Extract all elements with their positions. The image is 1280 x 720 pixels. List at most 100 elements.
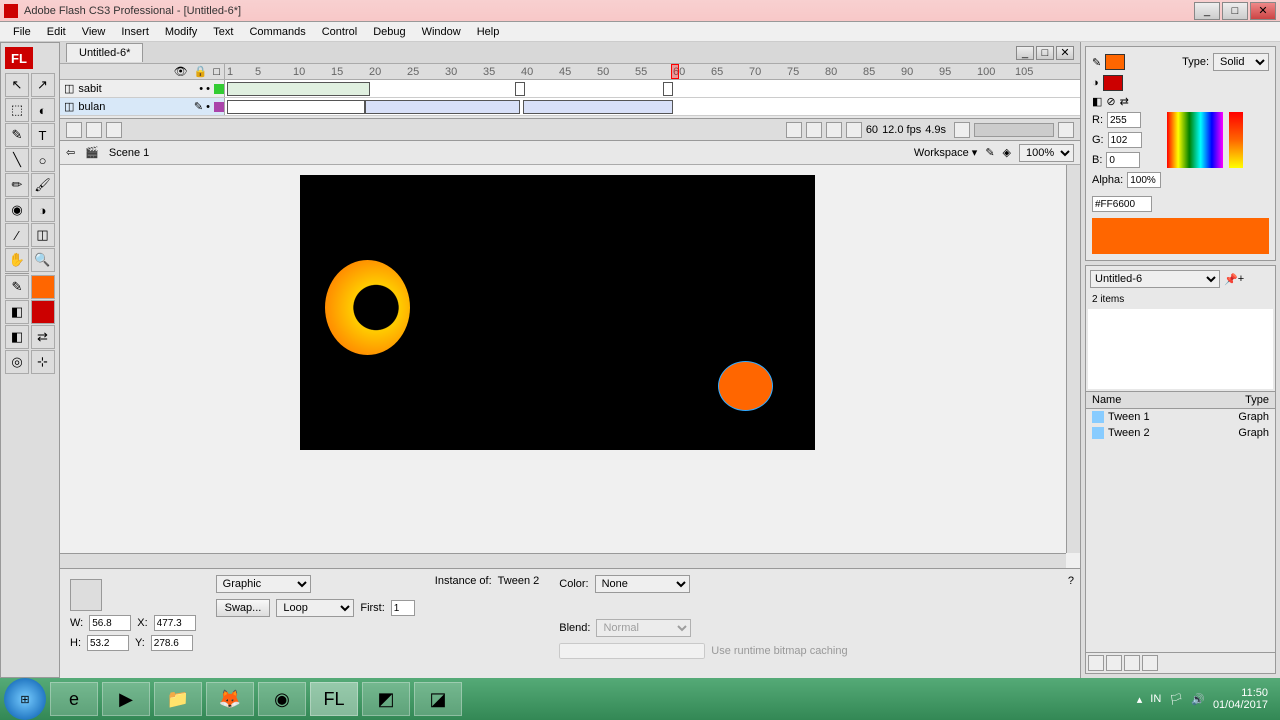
document-tab[interactable]: Untitled-6*	[66, 43, 143, 62]
selected-instance[interactable]	[718, 361, 773, 411]
scroll-right-icon[interactable]	[1058, 122, 1074, 138]
lasso-tool[interactable]: ◐	[31, 98, 55, 122]
chrome-icon[interactable]: ◉	[258, 682, 306, 716]
oval-tool[interactable]: ○	[31, 148, 55, 172]
back-icon[interactable]: ⇦	[66, 146, 75, 159]
new-folder-icon[interactable]	[86, 122, 102, 138]
menu-modify[interactable]: Modify	[158, 24, 204, 40]
tray-expand-icon[interactable]: ▴	[1137, 693, 1143, 706]
pencil-tool[interactable]: ✏	[5, 173, 29, 197]
vertical-scrollbar[interactable]	[1066, 165, 1080, 553]
lock-icon[interactable]: 🔒	[194, 65, 208, 78]
menu-text[interactable]: Text	[206, 24, 240, 40]
pen-tool[interactable]: ✎	[5, 123, 29, 147]
layer-name[interactable]: sabit	[78, 83, 101, 95]
clock[interactable]: 11:50 01/04/2017	[1213, 687, 1268, 711]
name-header[interactable]: Name	[1092, 394, 1245, 406]
hand-tool[interactable]: ✋	[5, 248, 29, 272]
brush-tool[interactable]: 🖌	[31, 173, 55, 197]
hue-slider[interactable]	[1229, 112, 1243, 168]
library-item[interactable]: Tween 2 Graph	[1086, 425, 1275, 441]
library-item[interactable]: Tween 1 Graph	[1086, 409, 1275, 425]
frames-track[interactable]	[225, 80, 1080, 97]
media-icon[interactable]: ▶	[102, 682, 150, 716]
subselection-tool[interactable]: ↗	[31, 73, 55, 97]
tween-span[interactable]	[365, 100, 520, 114]
properties-icon[interactable]	[1124, 655, 1140, 671]
explorer-icon[interactable]: 📁	[154, 682, 202, 716]
minimize-button[interactable]: _	[1194, 2, 1220, 20]
scroll-left-icon[interactable]	[954, 122, 970, 138]
stroke-color-swatch[interactable]	[1105, 54, 1125, 70]
keyframe[interactable]	[515, 82, 525, 96]
hex-input[interactable]	[1092, 196, 1152, 212]
menu-view[interactable]: View	[75, 24, 113, 40]
new-layer-icon[interactable]	[66, 122, 82, 138]
ink-bottle-tool[interactable]: ◉	[5, 198, 29, 222]
noc-icon[interactable]: ⊘	[1106, 95, 1115, 108]
menu-help[interactable]: Help	[470, 24, 507, 40]
black-white-icon[interactable]: ◧	[5, 325, 29, 349]
volume-icon[interactable]: 🔊	[1191, 693, 1205, 706]
w-input[interactable]	[89, 615, 131, 631]
layer-row[interactable]: ◫ sabit • •	[60, 80, 1080, 98]
menu-control[interactable]: Control	[315, 24, 364, 40]
x-input[interactable]	[154, 615, 196, 631]
alpha-input[interactable]	[1127, 172, 1161, 188]
line-tool[interactable]: ╲	[5, 148, 29, 172]
pencil-icon[interactable]: ✎	[1092, 56, 1101, 69]
new-lib-icon[interactable]: +	[1238, 273, 1244, 285]
flash-taskbar-icon[interactable]: FL	[310, 682, 358, 716]
fill-color[interactable]: ◧	[5, 300, 29, 324]
tween-span[interactable]	[227, 82, 370, 96]
runtime-checkbox[interactable]	[559, 643, 705, 659]
playhead[interactable]	[671, 64, 679, 79]
fill-type-select[interactable]: Solid	[1213, 53, 1269, 71]
stage-container[interactable]	[60, 165, 1080, 568]
snap-icon[interactable]: ◎	[5, 350, 29, 374]
layer-name[interactable]: bulan	[78, 101, 105, 113]
onion-skin-icon[interactable]	[786, 122, 802, 138]
color-spectrum[interactable]	[1167, 112, 1223, 168]
fill-color-swatch[interactable]	[1103, 75, 1123, 91]
paint-bucket-tool[interactable]: ◑	[31, 198, 55, 222]
eye-icon[interactable]: 👁	[174, 65, 188, 78]
blend-select[interactable]: Normal	[596, 619, 691, 637]
tween-span[interactable]	[523, 100, 673, 114]
delete-icon[interactable]	[1142, 655, 1158, 671]
zoom-select[interactable]: 100%	[1019, 144, 1074, 162]
frames-track[interactable]	[225, 98, 1080, 115]
firefox-icon[interactable]: 🦊	[206, 682, 254, 716]
center-frame-icon[interactable]	[846, 122, 862, 138]
pin-icon[interactable]: 📌	[1224, 273, 1238, 286]
menu-edit[interactable]: Edit	[40, 24, 73, 40]
delete-layer-icon[interactable]	[106, 122, 122, 138]
first-input[interactable]	[391, 600, 415, 616]
zoom-tool[interactable]: 🔍	[31, 248, 55, 272]
close-button[interactable]: ✕	[1250, 2, 1276, 20]
symbol-type-select[interactable]: Graphic	[216, 575, 311, 593]
app-icon[interactable]: ◩	[362, 682, 410, 716]
edit-scene-icon[interactable]: ✎	[985, 146, 994, 159]
stroke-color[interactable]: ✎	[5, 275, 29, 299]
menu-file[interactable]: File	[6, 24, 38, 40]
horizontal-scrollbar[interactable]	[60, 553, 1066, 568]
new-symbol-icon[interactable]	[1088, 655, 1104, 671]
swap-button[interactable]: Swap...	[216, 599, 271, 617]
menu-window[interactable]: Window	[415, 24, 468, 40]
edit-frames-icon[interactable]	[826, 122, 842, 138]
menu-insert[interactable]: Insert	[114, 24, 156, 40]
menu-commands[interactable]: Commands	[242, 24, 312, 40]
layer-row[interactable]: ◫ bulan ✎ •	[60, 98, 1080, 116]
flag-icon[interactable]: 🏳	[1169, 693, 1183, 706]
library-doc-select[interactable]: Untitled-6	[1090, 270, 1220, 288]
y-input[interactable]	[151, 635, 193, 651]
r-input[interactable]	[1107, 112, 1141, 128]
new-folder-icon[interactable]	[1106, 655, 1122, 671]
type-header[interactable]: Type	[1245, 394, 1269, 406]
loop-select[interactable]: Loop	[276, 599, 354, 617]
app-icon[interactable]: ◪	[414, 682, 462, 716]
onion-outline-icon[interactable]	[806, 122, 822, 138]
scene-name[interactable]: Scene 1	[109, 147, 149, 159]
eyedropper-tool[interactable]: ⁄	[5, 223, 29, 247]
